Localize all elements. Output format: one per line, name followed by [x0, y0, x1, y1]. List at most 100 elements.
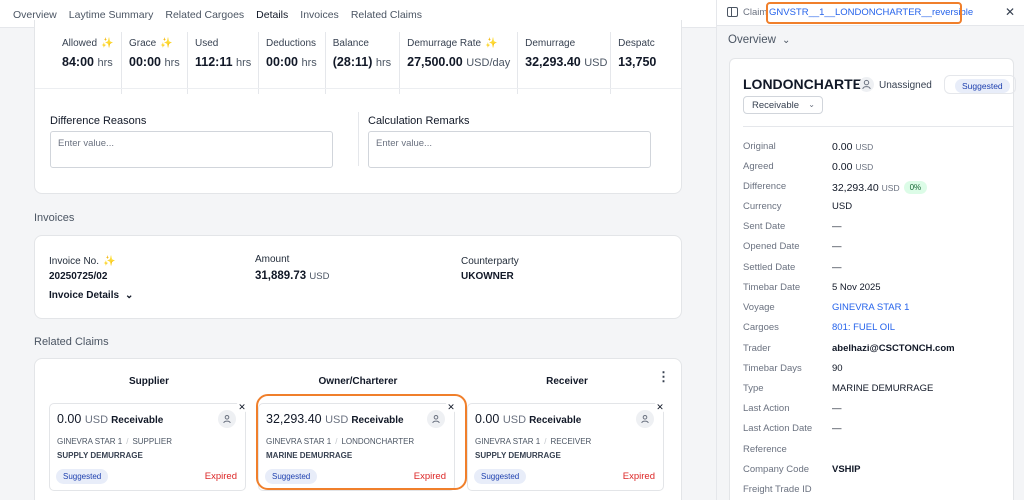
column-supplier: Supplier — [128, 376, 169, 387]
stat-value: 13,750 — [618, 55, 657, 69]
claim-type: SUPPLY DEMURRAGE — [475, 451, 561, 460]
close-icon[interactable]: ✕ — [1005, 5, 1015, 19]
stat-label: Balance — [332, 38, 369, 49]
stat-despatch: Despatc 13,750 — [610, 32, 661, 94]
status-badge: Suggested — [955, 79, 1010, 93]
claim-vessel: GINEVRA STAR 1 — [475, 437, 541, 446]
stat-value: 00:00 — [129, 55, 161, 69]
row-voyage: Voyage GINEVRA STAR 1 — [743, 302, 1008, 322]
stat-value: 27,500.00 — [407, 55, 463, 69]
related-claims-section-title: Related Claims — [34, 336, 109, 348]
stat-label: Despatc — [618, 38, 655, 49]
claim-amount-value: 0.00 — [475, 412, 500, 426]
value-number: 32,293.40 — [832, 182, 879, 194]
main-pane: Overview Laytime Summary Related Cargoes… — [0, 0, 716, 500]
stat-label: Demurrage Rate — [407, 38, 482, 49]
claim-vessel: GINEVRA STAR 1 — [57, 437, 123, 446]
sidebar-toggle-icon[interactable] — [727, 7, 738, 17]
divider — [35, 88, 681, 89]
chevron-down-icon: ⌄ — [781, 34, 791, 46]
counterparty-value: UKOWNER — [461, 271, 514, 282]
row-opened-date: Opened Date — — [743, 241, 1008, 261]
stat-demurrage: Demurrage 32,293.40 USD — [517, 32, 610, 94]
invoice-no-label: Invoice No. ✨ — [49, 256, 115, 267]
stat-label: Allowed — [62, 38, 98, 49]
stat-used: Used 112:11 hrs — [187, 32, 258, 94]
highlight-outline — [766, 2, 962, 24]
assign-user-icon[interactable] — [218, 410, 236, 428]
difference-reasons-label: Difference Reasons — [50, 115, 147, 127]
stat-unit: hrs — [164, 57, 180, 69]
chevron-down-icon: ⌄ — [125, 290, 134, 301]
claim-type: SUPPLY DEMURRAGE — [57, 451, 143, 460]
overview-dropdown[interactable]: Overview ⌄ — [728, 34, 790, 46]
value-unit: USD — [881, 183, 900, 193]
row-timebar-days: Timebar Days 90 — [743, 363, 1008, 383]
invoice-details-toggle[interactable]: Invoice Details ⌄ — [49, 290, 133, 301]
overview-label: Overview — [728, 34, 776, 46]
claim-party: RECEIVER — [550, 437, 592, 446]
claim-card-receiver[interactable]: 0.00 USD Receivable ✕ GINEVRA STAR 1/RECE… — [467, 401, 666, 491]
invoice-no-label-text: Invoice No. — [49, 256, 100, 267]
stat-demurrage-rate: Demurrage Rate ✨ 27,500.00 USD/day — [399, 32, 517, 94]
stat-value: (28:11) — [332, 55, 373, 69]
close-icon[interactable]: ✕ — [654, 401, 666, 413]
difference-reasons-input[interactable]: Enter value... — [50, 131, 333, 168]
stat-unit: hrs — [97, 57, 113, 69]
assignee-label[interactable]: Unassigned — [879, 80, 932, 91]
row-value: 32,293.40 USD 0% — [832, 181, 928, 194]
value-number: 0.00 — [832, 141, 853, 153]
amount-value: 31,889.73 — [255, 270, 307, 282]
row-company-code: Company Code VSHIP — [743, 464, 1008, 484]
stat-value: 32,293.40 — [525, 55, 581, 69]
stat-balance: Balance (28:11) hrs — [324, 32, 399, 94]
claim-unit: USD — [502, 414, 527, 426]
claim-amount-value: 0.00 — [57, 412, 82, 426]
row-agreed: Agreed 0.00 USD — [743, 161, 1008, 181]
claim-side-panel: Claim GNVSTR__1__LONDONCHARTER__reversib… — [716, 0, 1024, 500]
stat-unit: hrs — [375, 57, 392, 69]
status-selector[interactable]: Suggested — [944, 75, 1016, 94]
stat-value: 112:11 — [195, 55, 233, 69]
counterparty-label: Counterparty — [461, 256, 519, 267]
row-label: Type — [743, 383, 764, 394]
direction-select[interactable]: Receivable ⌄ — [743, 96, 823, 114]
stat-deductions: Deductions 00:00 hrs — [258, 32, 325, 94]
divider — [743, 126, 1013, 127]
row-last-action: Last Action — — [743, 403, 1008, 423]
direction-value: Receivable — [752, 100, 799, 111]
calculation-remarks-input[interactable]: Enter value... — [368, 131, 651, 168]
user-icon[interactable] — [859, 77, 874, 92]
sparkle-icon: ✨ — [160, 38, 173, 49]
stats-row: Allowed ✨ 84:00 hrs Grace ✨ 00:00 hrs Used… — [55, 32, 661, 94]
row-label: Voyage — [743, 302, 775, 313]
value-unit: USD — [855, 162, 874, 172]
invoice-amount: 31,889.73 USD — [255, 270, 329, 282]
assign-user-icon[interactable] — [636, 410, 654, 428]
claim-unit: USD — [84, 414, 109, 426]
claim-direction: Receivable — [111, 415, 164, 426]
row-value: — — [832, 262, 842, 273]
row-value: 0.00 USD — [832, 161, 873, 173]
voyage-link[interactable]: GINEVRA STAR 1 — [832, 302, 909, 313]
row-timebar-date: Timebar Date 5 Nov 2025 — [743, 282, 1008, 302]
more-options-icon[interactable]: ⋮ — [657, 369, 670, 385]
row-settled-date: Settled Date — — [743, 262, 1008, 282]
claim-party: SUPPLIER — [132, 437, 173, 446]
stat-unit: USD — [584, 57, 608, 69]
expiry-status: Expired — [204, 471, 237, 482]
row-label: Opened Date — [743, 241, 800, 252]
row-label: Last Action — [743, 403, 790, 414]
row-cargoes: Cargoes 801: FUEL OIL — [743, 322, 1008, 342]
row-original: Original 0.00 USD — [743, 141, 1008, 161]
row-label: Trader — [743, 343, 771, 354]
row-trader: Trader abelhazi@CSCTONCH.com — [743, 343, 1008, 363]
cargo-link[interactable]: 801: FUEL OIL — [832, 322, 895, 333]
claim-card-supplier[interactable]: 0.00 USD Receivable ✕ GINEVRA STAR 1/SUPP… — [49, 401, 248, 491]
row-value: — — [832, 403, 842, 414]
stat-grace: Grace ✨ 00:00 hrs — [121, 32, 187, 94]
close-icon[interactable]: ✕ — [236, 401, 248, 413]
row-label: Settled Date — [743, 262, 796, 273]
row-label: Company Code — [743, 464, 810, 475]
calculation-remarks-label: Calculation Remarks — [368, 115, 470, 127]
